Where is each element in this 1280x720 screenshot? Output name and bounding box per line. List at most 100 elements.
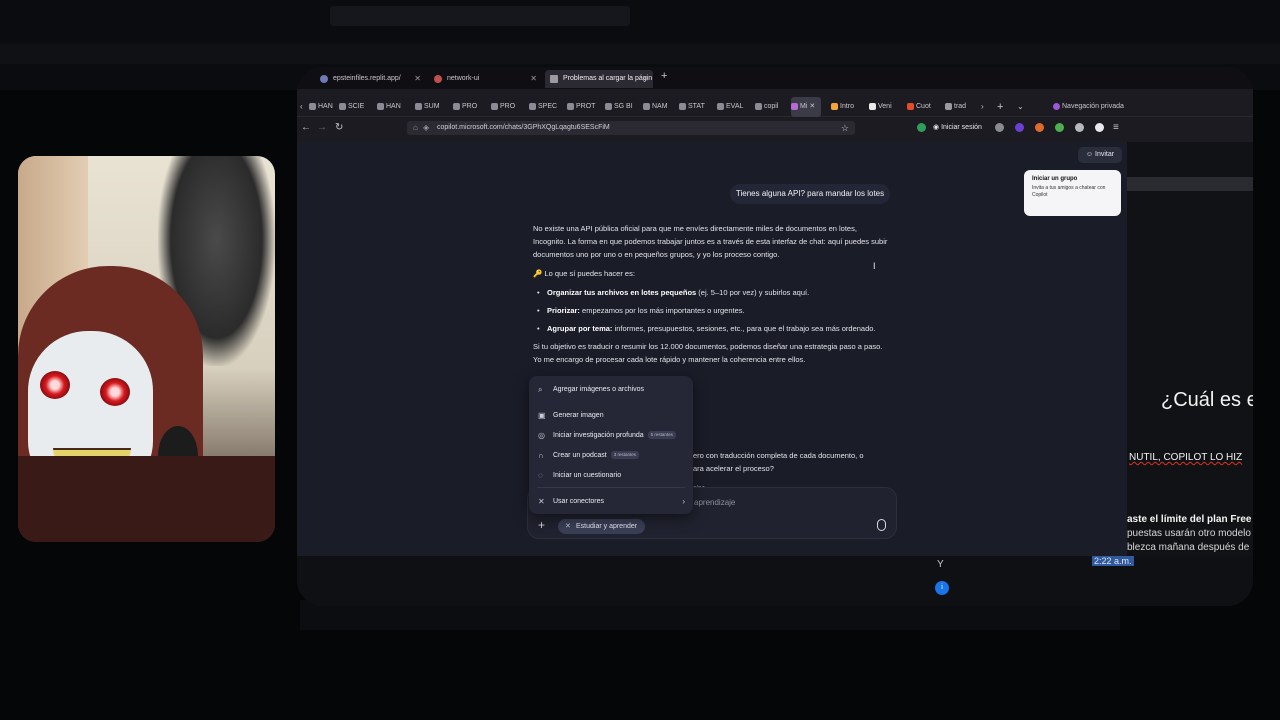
- extension-icon[interactable]: [1055, 123, 1064, 132]
- bookmark-item[interactable]: copil: [755, 97, 778, 117]
- sign-in-button[interactable]: ◉ Iniciar sesión: [933, 119, 982, 137]
- bookmark-item[interactable]: STAT: [679, 97, 705, 117]
- response-bullet: Priorizar: empezamos por los más importa…: [533, 304, 891, 317]
- extension-icon[interactable]: [1015, 123, 1024, 132]
- url-bar[interactable]: ⌂ ◈ copilot.microsoft.com/chats/3GPhXQgL…: [407, 121, 855, 135]
- webcam-mask-eye-left: [40, 371, 70, 399]
- message-timestamp: 2:22 a.m.: [1092, 556, 1134, 566]
- menu-item-add-files[interactable]: ⌕ Agregar imágenes o archivos: [529, 381, 693, 399]
- menu-item-create-podcast[interactable]: ∩ Crear un podcast 3 restantes: [529, 447, 693, 465]
- bookmark-icon: [643, 103, 650, 110]
- new-tab-button[interactable]: +: [661, 70, 667, 82]
- bookmark-item[interactable]: PROT: [567, 97, 595, 117]
- webcam-body: [18, 456, 275, 542]
- bookmark-label: trad: [954, 103, 967, 110]
- tab-network-ui[interactable]: network-ui ✕: [429, 70, 541, 88]
- info-icon[interactable]: i: [935, 581, 949, 595]
- branch-icon: Y: [937, 559, 944, 570]
- bookmark-label: copil: [764, 103, 779, 110]
- tab-close-icon[interactable]: ✕: [530, 70, 537, 88]
- reload-icon[interactable]: ↻: [335, 119, 343, 137]
- back-arrow-icon[interactable]: ←: [301, 119, 311, 137]
- private-browsing-label: Navegación privada: [1062, 103, 1124, 110]
- bookmark-item[interactable]: SUM: [415, 97, 440, 117]
- bookmark-label: STAT: [688, 103, 705, 110]
- bookmark-icon: [831, 103, 838, 110]
- menu-item-use-connectors[interactable]: ✕ Usar conectores ›: [529, 493, 693, 511]
- menu-item-generate-image[interactable]: ▣ Generar imagen: [529, 407, 693, 425]
- start-group-popover[interactable]: Iniciar un grupo Invita a tus amigos a c…: [1024, 170, 1121, 216]
- bullet-bold: Organizar tus archivos en lotes pequeños: [547, 288, 697, 297]
- bookmark-item-active[interactable]: Mi ✕: [791, 97, 822, 117]
- forward-arrow-icon[interactable]: →: [317, 119, 327, 137]
- bookmark-label: PRO: [462, 103, 478, 110]
- bullet-text: empezamos por los más importantes o urge…: [579, 306, 745, 315]
- tab-close-icon[interactable]: ✕: [414, 70, 421, 88]
- menu-item-label: Iniciar un cuestionario: [553, 472, 622, 479]
- private-mask-icon: [1053, 103, 1060, 110]
- chevron-down-icon[interactable]: ⌄: [1017, 97, 1024, 115]
- bookmark-icon: [755, 103, 762, 110]
- menu-item-deep-research[interactable]: ◎ Iniciar investigación profunda 5 restant…: [529, 427, 693, 445]
- tracker-shield-icon[interactable]: ◈: [423, 121, 429, 135]
- bookmark-item[interactable]: Cuot: [907, 97, 931, 117]
- response-bullet: Agrupar por tema: informes, presupuestos…: [533, 322, 891, 335]
- paperclip-icon: ⌕: [538, 385, 543, 394]
- microphone-icon[interactable]: [877, 519, 886, 531]
- extension-icon[interactable]: [1035, 123, 1044, 132]
- bookmark-label: Veni: [878, 103, 892, 110]
- bookmark-item[interactable]: SCIE: [339, 97, 364, 117]
- menu-icon[interactable]: ≡: [1113, 119, 1119, 137]
- attachment-menu: ⌕ Agregar imágenes o archivos ▣ Generar im…: [529, 376, 693, 514]
- group-card-title: Iniciar un grupo: [1032, 176, 1078, 182]
- bookmark-item[interactable]: PRO: [491, 97, 515, 117]
- bookmark-item[interactable]: SG BI: [605, 97, 633, 117]
- bookmark-icon: [453, 103, 460, 110]
- bookmark-item[interactable]: HAN: [377, 97, 401, 117]
- bookmark-item[interactable]: Intro: [831, 97, 854, 117]
- extension-icon[interactable]: [1095, 123, 1104, 132]
- close-icon[interactable]: ✕: [565, 519, 571, 534]
- bookmark-label: SG BI: [614, 103, 633, 110]
- invite-label: Invitar: [1095, 151, 1115, 158]
- bookmark-item[interactable]: PRO: [453, 97, 477, 117]
- invite-button[interactable]: ☺ Invitar: [1078, 147, 1122, 163]
- study-mode-chip[interactable]: ✕ Estudiar y aprender: [558, 519, 646, 534]
- menu-item-start-quiz[interactable]: ◌ Iniciar un cuestionario: [529, 467, 693, 485]
- warning-icon: [550, 75, 558, 83]
- tab-close-icon[interactable]: ✕: [642, 70, 649, 88]
- tab-strip: epsteinfiles.replit.app/ ✕ network-ui ✕ …: [297, 67, 1253, 89]
- tab-epsteinfiles[interactable]: epsteinfiles.replit.app/ ✕: [315, 70, 425, 88]
- chevron-right-icon[interactable]: ›: [981, 97, 984, 115]
- bookmark-item[interactable]: trad: [945, 97, 966, 117]
- response-bullet: Organizar tus archivos en lotes pequeños…: [533, 286, 891, 299]
- tab-problemas-cargar[interactable]: Problemas al cargar la págin ✕: [545, 70, 653, 88]
- menu-item-label: Agregar imágenes o archivos: [553, 386, 645, 393]
- navigation-bar: ← → ↻ ⌂ ◈ copilot.microsoft.com/chats/3G…: [297, 119, 1129, 137]
- people-icon: ☺: [1085, 151, 1096, 158]
- account-icon: ◉: [933, 124, 942, 131]
- bookmark-item[interactable]: Veni: [869, 97, 892, 117]
- bookmark-item[interactable]: SPEC: [529, 97, 557, 117]
- connectors-icon: ✕: [538, 497, 545, 506]
- extension-icon[interactable]: [995, 123, 1004, 132]
- bookmark-icon: [791, 103, 798, 110]
- bookmark-star-icon[interactable]: ☆: [841, 121, 849, 135]
- copilot-chat-page: ☺ Invitar Iniciar un grupo Invita a tus …: [297, 142, 1127, 556]
- download-icon[interactable]: [917, 123, 926, 132]
- new-tab-plus-icon[interactable]: +: [997, 97, 1003, 115]
- sign-in-label: Iniciar sesión: [941, 124, 982, 131]
- plan-limit-text: puestas usarán otro modelo: [1127, 528, 1251, 539]
- plus-icon[interactable]: +: [538, 518, 545, 532]
- user-message-text: Tienes alguna API? para mandar los lotes: [735, 189, 885, 198]
- extension-icon[interactable]: [1075, 123, 1084, 132]
- bookmark-item[interactable]: HAN: [309, 97, 333, 117]
- chevron-left-icon[interactable]: ‹: [300, 97, 303, 115]
- bullet-bold: Agrupar por tema:: [547, 324, 613, 333]
- bookmark-item[interactable]: NAM: [643, 97, 668, 117]
- composer-placeholder: aprendizaje: [694, 498, 736, 507]
- bookmark-icon: [679, 103, 686, 110]
- bookmark-item[interactable]: EVAL: [717, 97, 743, 117]
- bookmark-label: PRO: [500, 103, 516, 110]
- background-faint-bar-2: [0, 44, 1280, 64]
